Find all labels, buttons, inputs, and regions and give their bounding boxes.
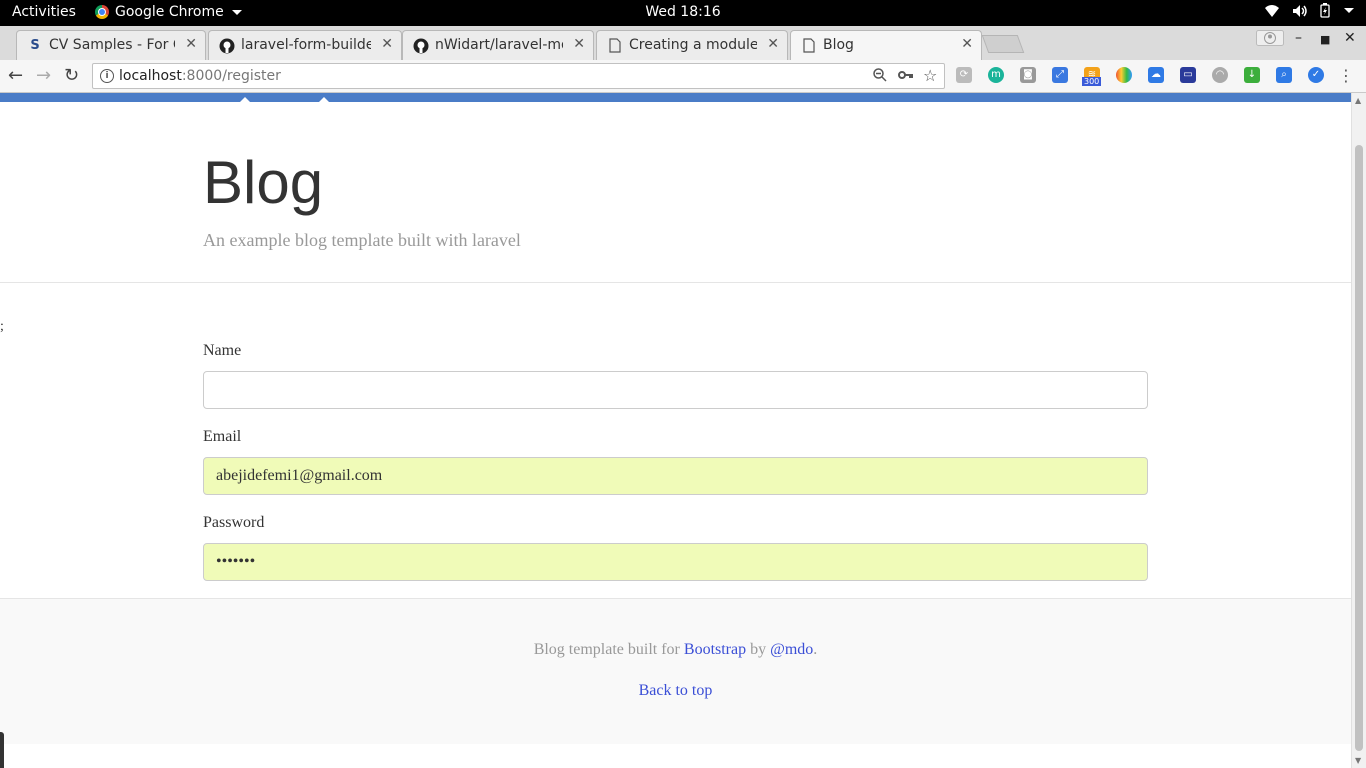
profile-icon[interactable] — [1256, 30, 1284, 50]
browser-toolbar: ← → ↻ i localhost:8000/register ☆ ⟳ m ◙ … — [0, 60, 1366, 93]
close-icon[interactable]: ✕ — [961, 36, 973, 52]
forward-icon[interactable]: → — [36, 65, 51, 86]
page-viewport: Blog An example blog template built with… — [0, 93, 1351, 768]
app-name: Google Chrome — [115, 4, 224, 20]
url-host: localhost — [119, 68, 182, 84]
chevron-down-icon — [1344, 8, 1354, 13]
footer-credit: Blog template built for Bootstrap by @md… — [0, 641, 1351, 659]
volume-icon — [1293, 4, 1307, 17]
tab-title: CV Samples - For CV — [49, 37, 175, 53]
close-icon[interactable]: ✕ — [767, 36, 779, 52]
battery-icon — [1320, 3, 1330, 18]
page-scrollbar[interactable]: ▲ ▼ — [1351, 93, 1366, 768]
app-menu[interactable]: Google Chrome — [95, 4, 242, 20]
chevron-down-icon — [231, 9, 242, 15]
extension-shield-icon[interactable]: ✓ — [1308, 67, 1324, 83]
tab-cv-samples[interactable]: S CV Samples - For CV ✕ — [16, 30, 206, 60]
bootstrap-link[interactable]: Bootstrap — [684, 641, 746, 658]
blog-description: An example blog template built with lara… — [203, 230, 521, 250]
stray-text: ; — [0, 319, 4, 334]
page-icon — [607, 38, 623, 54]
camera-icon[interactable]: ◙ — [1020, 67, 1036, 83]
color-picker-icon[interactable] — [1116, 67, 1132, 83]
tab-blog[interactable]: Blog ✕ — [790, 30, 982, 60]
tab-nwidart[interactable]: nWidart/laravel-mod ✕ — [402, 30, 594, 60]
screen-icon[interactable]: ▭ — [1180, 67, 1196, 83]
reload-icon[interactable]: ↻ — [64, 65, 79, 86]
footer-period: . — [813, 641, 818, 658]
bookmark-star-icon[interactable]: ☆ — [923, 66, 937, 85]
chrome-menu-icon[interactable]: ⋮ — [1338, 66, 1354, 85]
extension-refresh-icon[interactable]: ⟳ — [956, 67, 972, 83]
url-path: :8000/register — [181, 68, 281, 84]
tab-title: Blog — [823, 37, 854, 53]
name-field[interactable] — [203, 371, 1148, 409]
chrome-logo-icon — [95, 5, 109, 19]
cv-favicon-icon: S — [30, 38, 40, 53]
mdo-link[interactable]: @mdo — [770, 641, 813, 658]
key-icon[interactable] — [898, 68, 914, 86]
tab-laravel-form-builder[interactable]: laravel-form-builder ✕ — [208, 30, 402, 60]
blog-title: Blog — [203, 149, 324, 216]
activities-button[interactable]: Activities — [12, 4, 76, 20]
back-to-top-link[interactable]: Back to top — [639, 682, 713, 699]
email-label: Email — [203, 428, 242, 445]
footer-by-text: by — [750, 641, 767, 658]
scroll-up-icon[interactable]: ▲ — [1355, 96, 1361, 105]
back-icon[interactable]: ← — [8, 65, 23, 86]
tab-title: laravel-form-builder — [241, 37, 371, 53]
close-icon[interactable]: ✕ — [381, 36, 393, 52]
back-to-top-container: Back to top — [0, 682, 1351, 700]
github-icon — [219, 38, 235, 54]
info-icon[interactable]: i — [100, 69, 114, 83]
dock-edge — [0, 732, 4, 768]
cloud-icon[interactable]: ☁ — [1148, 67, 1164, 83]
url-text[interactable]: localhost:8000/register — [119, 68, 281, 84]
password-label: Password — [203, 514, 265, 531]
wifi-icon — [1265, 4, 1279, 17]
blog-header: Blog An example blog template built with… — [0, 102, 1351, 283]
scroll-down-icon[interactable]: ▼ — [1355, 756, 1361, 765]
address-bar[interactable]: i localhost:8000/register ☆ — [92, 63, 945, 89]
close-window-icon[interactable]: ✕ — [1344, 30, 1356, 46]
github-icon — [413, 38, 429, 54]
page-icon — [801, 38, 817, 54]
headphones-icon[interactable]: ◠ — [1212, 67, 1228, 83]
close-icon[interactable]: ✕ — [573, 36, 585, 52]
footer-credit-text: Blog template built for — [533, 641, 680, 658]
tab-creating-module[interactable]: Creating a module | ✕ — [596, 30, 788, 60]
maximize-icon[interactable]: ■ — [1320, 33, 1330, 46]
scrollbar-thumb[interactable] — [1355, 145, 1363, 751]
email-field[interactable]: abejidefemi1@gmail.com — [203, 457, 1148, 495]
extension-resize-icon[interactable]: ⤢ — [1052, 67, 1068, 83]
name-label: Name — [203, 342, 242, 359]
extension-m-icon[interactable]: m — [988, 67, 1004, 83]
download-icon[interactable]: ↓ — [1244, 67, 1260, 83]
blog-navbar — [0, 93, 1351, 102]
system-tray[interactable] — [1264, 3, 1354, 18]
blog-footer: Blog template built for Bootstrap by @md… — [0, 598, 1351, 744]
tab-title: nWidart/laravel-mod — [435, 37, 563, 53]
extension-badge: 300 — [1082, 77, 1102, 86]
new-tab-button[interactable] — [981, 35, 1025, 53]
password-field[interactable]: ••••••• — [203, 543, 1148, 581]
tab-title: Creating a module | — [629, 37, 757, 53]
extension-search-icon[interactable]: ⌕ — [1276, 67, 1292, 83]
close-icon[interactable]: ✕ — [185, 36, 197, 52]
minimize-icon[interactable]: – — [1295, 30, 1302, 46]
zoom-icon[interactable] — [873, 68, 887, 86]
tab-strip: S CV Samples - For CV ✕ laravel-form-bui… — [0, 26, 1366, 60]
system-top-bar: Activities Google Chrome Wed 18:16 — [0, 0, 1366, 26]
